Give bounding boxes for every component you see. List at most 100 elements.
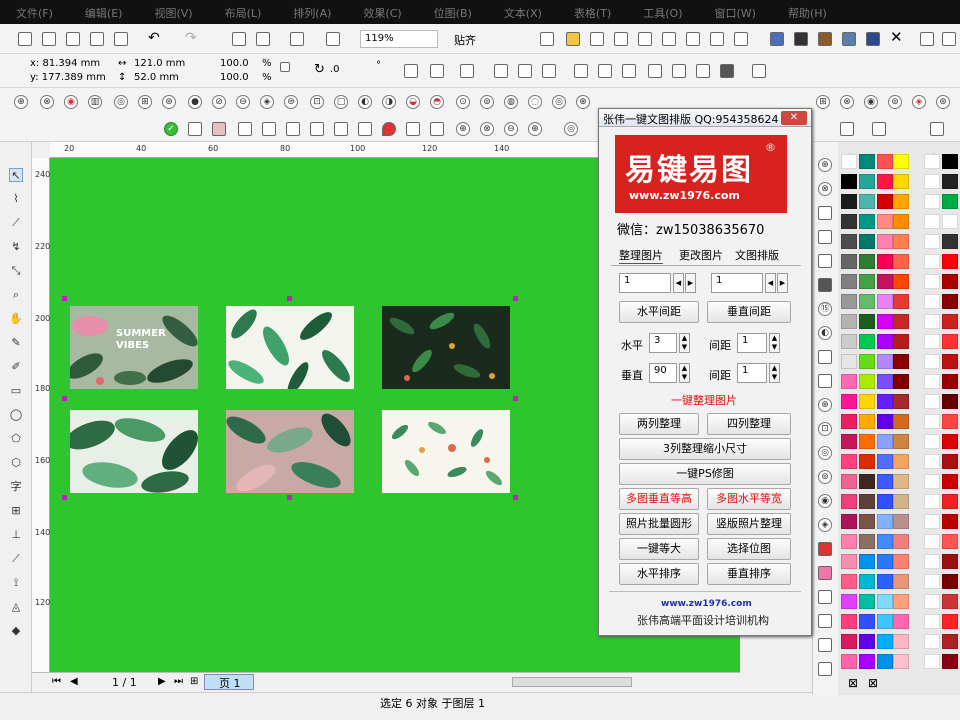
bitmap-white-floral[interactable] <box>382 410 510 493</box>
menu-layout[interactable]: 布局(L) <box>209 0 278 24</box>
options-icon[interactable] <box>540 32 554 46</box>
dock-5-icon[interactable] <box>818 254 832 268</box>
four-column-button[interactable]: 四列整理 <box>707 413 791 435</box>
plugin-b4-icon[interactable] <box>262 122 276 136</box>
color-swatch[interactable] <box>841 214 857 229</box>
color-swatch[interactable] <box>924 634 940 649</box>
intersect-icon[interactable] <box>720 64 734 78</box>
dock-9-icon[interactable] <box>818 350 832 364</box>
color-swatch[interactable] <box>942 594 958 609</box>
plugin-1-icon[interactable]: ⊕ <box>14 95 28 109</box>
color-swatch[interactable] <box>924 234 940 249</box>
color-swatch[interactable] <box>893 574 909 589</box>
color-swatch[interactable] <box>841 374 857 389</box>
h-scrollbar[interactable] <box>512 677 632 687</box>
color-swatch[interactable] <box>924 294 940 309</box>
color-swatch[interactable] <box>942 534 958 549</box>
color-swatch[interactable] <box>924 374 940 389</box>
dock-3-icon[interactable] <box>818 206 832 220</box>
plugin-16-icon[interactable]: ◑ <box>382 95 396 109</box>
plugin-10-icon[interactable]: ⊖ <box>236 95 250 109</box>
color-swatch[interactable] <box>877 394 893 409</box>
color-swatch[interactable] <box>924 434 940 449</box>
horizontal-count-input[interactable]: 3 <box>649 333 677 353</box>
pick-tool-icon[interactable]: ↖ <box>9 168 23 182</box>
dock-6-icon[interactable] <box>818 278 832 292</box>
color-swatch[interactable] <box>942 314 958 329</box>
color-swatch[interactable] <box>942 334 958 349</box>
selection-handle[interactable] <box>513 396 518 401</box>
dimension-tool-icon[interactable]: ⊥ <box>9 528 23 542</box>
color-swatch[interactable] <box>859 194 875 209</box>
color-swatch[interactable] <box>893 494 909 509</box>
color-swatch[interactable] <box>942 514 958 529</box>
trim-icon[interactable] <box>696 64 710 78</box>
plugin-22-icon[interactable]: ◌ <box>528 95 542 109</box>
color-swatch[interactable] <box>877 534 893 549</box>
color-swatch[interactable] <box>942 354 958 369</box>
plugin-23-icon[interactable]: ◎ <box>552 95 566 109</box>
color-swatch[interactable] <box>924 614 940 629</box>
zoom-tool-icon[interactable]: ⌕ <box>9 288 23 302</box>
plugin-b14-icon[interactable]: ⊕ <box>528 122 542 136</box>
prev-page-icon[interactable]: ◀ <box>70 676 78 687</box>
dock-20-icon[interactable] <box>818 614 832 628</box>
selection-handle[interactable] <box>62 495 67 500</box>
plugin-13-icon[interactable]: ⊡ <box>310 95 324 109</box>
plugin-b12-icon[interactable]: ⊗ <box>480 122 494 136</box>
selection-handle[interactable] <box>62 296 67 301</box>
color-swatch[interactable] <box>893 514 909 529</box>
gap-stepper-2-icon[interactable]: ▲ ▼ <box>769 363 780 383</box>
menu-arrange[interactable]: 排列(A) <box>277 0 347 24</box>
color-swatch[interactable] <box>841 174 857 189</box>
color-swatch[interactable] <box>841 274 857 289</box>
wrap-icon[interactable] <box>460 64 474 78</box>
selection-handle[interactable] <box>62 396 67 401</box>
text-tool-icon[interactable]: 字 <box>9 480 23 494</box>
color-swatch[interactable] <box>859 294 875 309</box>
color-swatch[interactable] <box>859 494 875 509</box>
color-swatch[interactable] <box>877 354 893 369</box>
color-swatch[interactable] <box>924 314 940 329</box>
combine-icon[interactable] <box>648 64 662 78</box>
eyedropper-tool-icon[interactable]: ⟟ <box>9 576 23 590</box>
color-swatch[interactable] <box>877 654 893 669</box>
dock-1-icon[interactable]: ⊕ <box>818 158 832 172</box>
plugin-29-icon[interactable]: ◈ <box>912 95 926 109</box>
color-swatch[interactable] <box>859 214 875 229</box>
select-bitmap-button[interactable]: 选择位图 <box>707 538 791 560</box>
fill-tool-icon[interactable]: ◆ <box>9 624 23 638</box>
vertical-stepper-icon[interactable]: ▲ ▼ <box>679 363 690 383</box>
color-swatch[interactable] <box>893 234 909 249</box>
first-page-icon[interactable]: ⏮ <box>52 676 61 687</box>
vertical-count-input[interactable]: 90 <box>649 363 677 383</box>
color-swatch[interactable] <box>942 554 958 569</box>
to-front-icon[interactable] <box>494 64 508 78</box>
menu-view[interactable]: 视图(V) <box>138 0 208 24</box>
color-swatch[interactable] <box>841 474 857 489</box>
plugin-b1-icon[interactable] <box>188 122 202 136</box>
color-swatch[interactable] <box>859 374 875 389</box>
color-swatch[interactable] <box>893 594 909 609</box>
color-swatch[interactable] <box>859 414 875 429</box>
two-column-button[interactable]: 两列整理 <box>619 413 699 435</box>
color-swatch[interactable] <box>841 334 857 349</box>
color-swatch[interactable] <box>841 554 857 569</box>
spin2-right-arrow-icon[interactable]: ▶ <box>777 273 788 293</box>
plugin-4-icon[interactable]: ▥ <box>88 95 102 109</box>
color-swatch[interactable] <box>841 614 857 629</box>
horizontal-sort-button[interactable]: 水平排序 <box>619 563 699 585</box>
bitmap-tropical-leaves[interactable] <box>70 410 198 493</box>
app-launcher-icon[interactable] <box>326 32 340 46</box>
color-swatch[interactable] <box>942 494 958 509</box>
panel-close-button[interactable]: ✕ <box>781 111 807 125</box>
plugin-b5-icon[interactable] <box>286 122 300 136</box>
spin-right-arrow-icon[interactable]: ▶ <box>685 273 696 293</box>
tab-arrange-images[interactable]: 整理图片 <box>619 247 663 264</box>
color-swatch[interactable] <box>859 534 875 549</box>
gap-input-2[interactable]: 1 <box>737 363 767 383</box>
dock-13-icon[interactable]: ◎ <box>818 446 832 460</box>
color-swatch[interactable] <box>893 294 909 309</box>
color-swatch[interactable] <box>841 634 857 649</box>
spin-top-right[interactable]: 1 <box>711 273 763 293</box>
